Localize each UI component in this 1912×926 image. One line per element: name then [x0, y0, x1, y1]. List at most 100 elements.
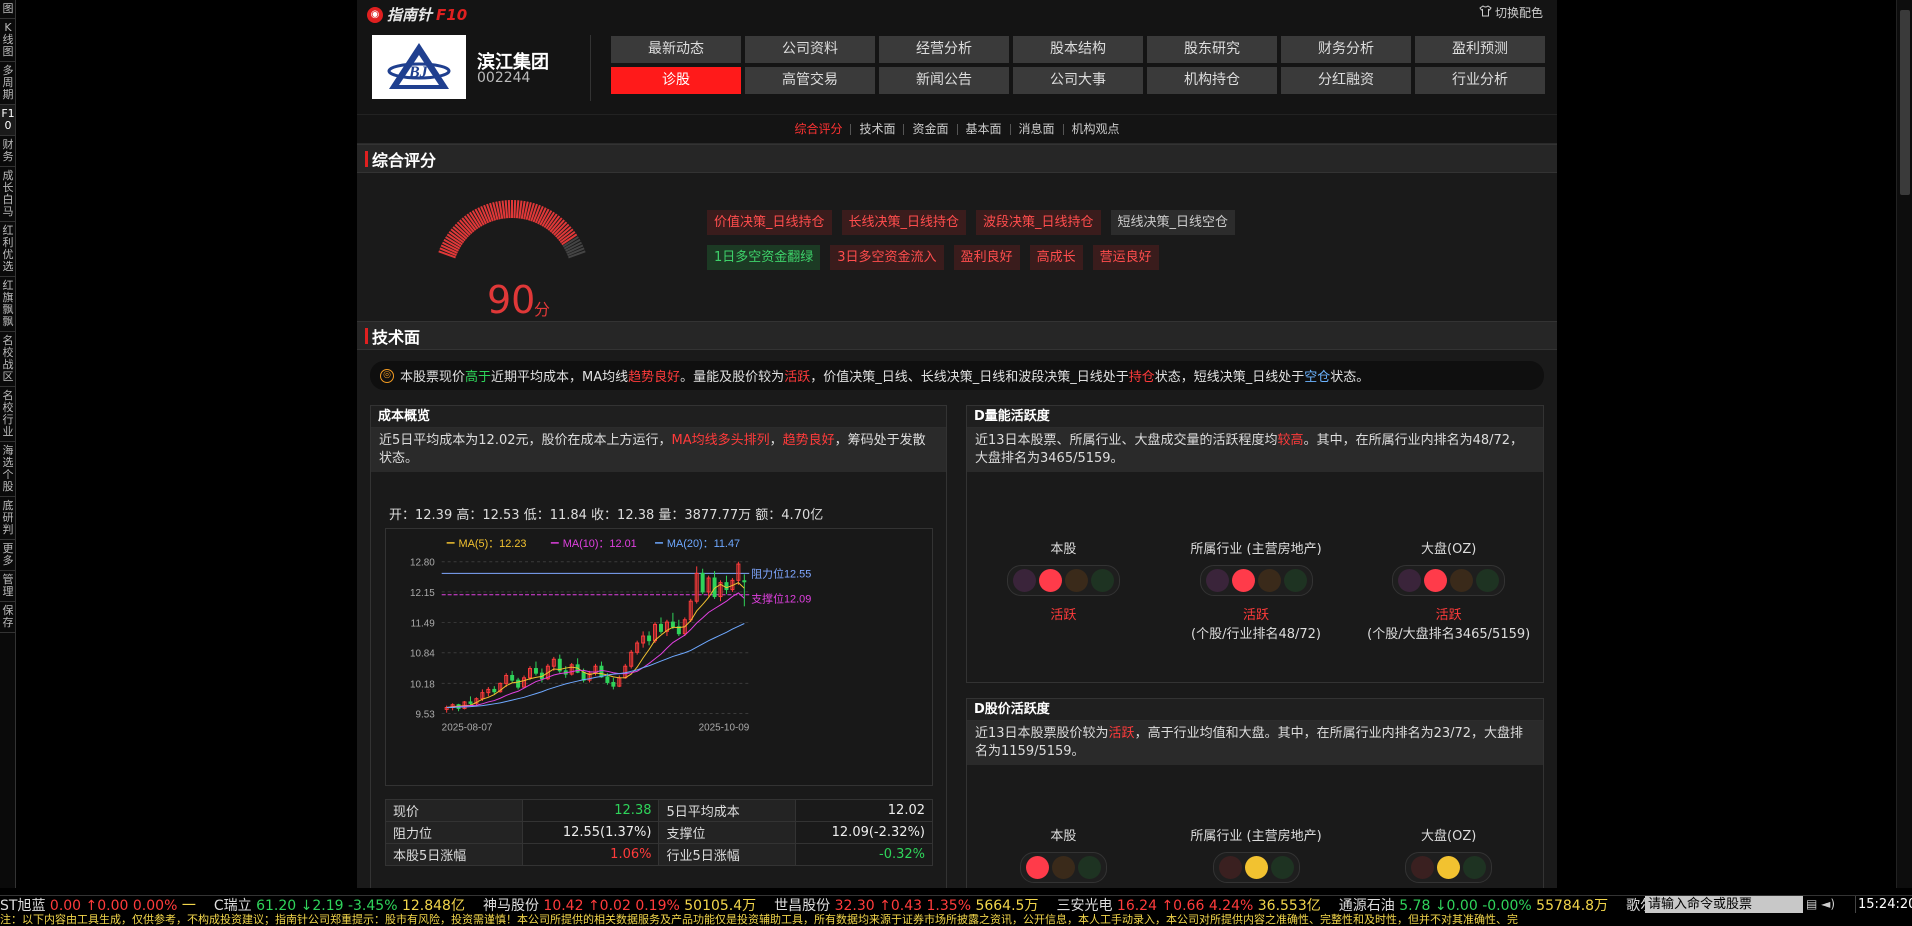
subnav-link[interactable]: 技术面: [851, 123, 905, 135]
brand-logo: ◉ 指南针 F10: [367, 4, 467, 25]
left-nav-item[interactable]: 图: [0, 0, 15, 19]
activity-column: 本股 活跃: [967, 538, 1160, 642]
y-tick-label: 10.18: [410, 679, 435, 690]
price-activity-desc: 近13日本股票股价较为活跃，高于行业均值和大盘。其中，在所属行业内排名为23/7…: [967, 721, 1543, 765]
speaker-icon[interactable]: ◄): [1821, 897, 1835, 911]
signal-tag[interactable]: 盈利良好: [953, 245, 1020, 270]
ticker-chg: ↑0.43: [879, 897, 923, 914]
ticker-item[interactable]: 三安光电 16.24 ↑0.66 4.24% 36.553亿: [1056, 896, 1320, 914]
summary-highlight: 持仓: [1128, 370, 1155, 385]
command-input[interactable]: 请输入命令或股票: [1645, 896, 1803, 913]
left-nav-item[interactable]: F10: [0, 105, 15, 136]
f10-tab[interactable]: 分红融资: [1281, 67, 1411, 94]
left-nav-item[interactable]: 多周期: [0, 62, 15, 105]
left-nav-item[interactable]: 名校行业: [0, 387, 15, 442]
ticker-item[interactable]: C瑞立 61.20 ↓2.19 -3.45% 12.848亿: [214, 896, 465, 914]
gauge-tick: [507, 200, 511, 219]
overall-score-title: 综合评分: [372, 150, 437, 170]
header-divider: [590, 35, 591, 101]
signal-tag[interactable]: 长线决策_日线持仓: [841, 210, 967, 235]
candle-body: [516, 679, 521, 688]
f10-tab[interactable]: 经营分析: [879, 36, 1009, 63]
vertical-scrollbar[interactable]: [1896, 0, 1912, 888]
signal-tag[interactable]: 波段决策_日线持仓: [976, 210, 1101, 235]
technical-area: ◎ 本股票现价高于近期平均成本，MA均线趋势良好。量能及股价较为活跃，价值决策_…: [357, 350, 1557, 888]
ticker-item[interactable]: 世昌股份 32.30 ↑0.43 1.35% 5664.5万: [774, 896, 1038, 914]
signal-tags: 价值决策_日线持仓 长线决策_日线持仓 波段决策_日线持仓 短线决策_日线空仓 1日多…: [707, 210, 1267, 280]
f10-tab[interactable]: 新闻公告: [879, 67, 1009, 94]
keyboard-icon[interactable]: ▤: [1806, 897, 1817, 911]
candlestick-chart[interactable]: MA(5)：12.23 MA(10)：12.01 MA(20)：11.47 12.80…: [385, 528, 933, 786]
brand-f10: F10: [436, 5, 468, 24]
f10-tab[interactable]: 最新动态: [611, 36, 741, 63]
left-nav-item[interactable]: 海选个股: [0, 442, 15, 497]
left-nav-item[interactable]: 保存: [0, 602, 15, 633]
summary-highlight: 活跃: [784, 370, 811, 385]
ticker-name: 世昌股份: [774, 897, 831, 914]
f10-tab[interactable]: 盈利预测: [1415, 36, 1545, 63]
overall-score-header: 综合评分: [357, 144, 1557, 173]
subnav-link[interactable]: 消息面: [1011, 123, 1064, 135]
ticker-item[interactable]: ST旭蓝 0.00 ↑0.00 0.00% 一: [0, 896, 196, 914]
left-nav-item[interactable]: K线图: [0, 19, 15, 62]
theme-switch-button[interactable]: 切换配色: [1479, 4, 1543, 21]
ticker-amt: 50105.4万: [684, 897, 757, 914]
f10-tab[interactable]: 财务分析: [1281, 36, 1411, 63]
traffic-light-dot: [1270, 856, 1294, 879]
scrollbar-thumb[interactable]: [1900, 10, 1910, 195]
cost-table-row: 阻力位 12.55(1.37%) 支撑位 12.09(-2.32%): [385, 821, 933, 844]
f10-tab[interactable]: 行业分析: [1415, 67, 1545, 94]
signal-tag[interactable]: 短线决策_日线空仓: [1110, 210, 1236, 235]
subnav-link[interactable]: 综合评分: [786, 123, 852, 135]
f10-tab[interactable]: 股本结构: [1013, 36, 1143, 63]
signal-tag[interactable]: 高成长: [1029, 245, 1083, 270]
subnav-link[interactable]: 基本面: [958, 123, 1011, 135]
stock-ticker[interactable]: ST旭蓝 0.00 ↑0.00 0.00% 一 C瑞立 61.20 ↓2.19 …: [0, 895, 1912, 913]
traffic-light-dot: [1244, 856, 1268, 879]
y-tick-label: 9.53: [415, 710, 435, 721]
candle-body: [468, 701, 473, 704]
left-nav-item[interactable]: 红旗飘飘: [0, 277, 15, 332]
cost-table-row: 本股5日涨幅 1.06% 行业5日涨幅 -0.32%: [385, 843, 933, 866]
desc-part: ，: [769, 433, 783, 448]
price-activity-title: D股价活跃度: [967, 699, 1543, 721]
signal-tag[interactable]: 3日多空资金流入: [830, 245, 944, 270]
left-nav-item[interactable]: 财务: [0, 136, 15, 167]
f10-tab[interactable]: 股东研究: [1147, 36, 1277, 63]
price-lights-row: 本股 所属行业 (主营房地产) 大盘(OZ): [967, 825, 1545, 883]
left-nav-item[interactable]: 管理: [0, 571, 15, 602]
support-label: 支撑位12.09: [751, 592, 811, 606]
signal-tag[interactable]: 1日多空资金翻绿: [707, 245, 821, 270]
left-nav-item[interactable]: 更多: [0, 540, 15, 571]
activity-rank: (个股/行业排名48/72): [1191, 627, 1321, 642]
signal-tag[interactable]: 营运良好: [1092, 245, 1159, 270]
overall-score-area: 90 分 价值决策_日线持仓 长线决策_日线持仓 波段决策_日线持仓 短线决策_日线空…: [357, 173, 1557, 322]
f10-header: ◉ 指南针 F10 切换配色 BJ 滨江集团 002244 最新动态 公司资料 经营…: [357, 0, 1557, 115]
signal-tag[interactable]: 价值决策_日线持仓: [707, 210, 832, 235]
left-nav-item[interactable]: 底研判: [0, 497, 15, 540]
ticker-item[interactable]: 神马股份 10.42 ↑0.02 0.19% 50105.4万: [483, 896, 757, 914]
section-accent-bar: [365, 150, 368, 167]
ticker-item[interactable]: 通源石油 5.78 ↓0.00 -0.00% 55784.8万: [1339, 896, 1608, 914]
subnav-link[interactable]: 机构观点: [1064, 123, 1128, 135]
traffic-light-dot: [1411, 856, 1435, 879]
ticker-pct: 4.24%: [1208, 897, 1254, 914]
stock-code: 002244: [477, 70, 531, 86]
x-tick-label: 2025-10-09: [699, 722, 750, 733]
candle-body: [581, 671, 586, 681]
f10-tab[interactable]: 机构持仓: [1147, 67, 1277, 94]
traffic-light-dot: [1231, 569, 1255, 592]
f10-tab[interactable]: 诊股: [611, 67, 741, 94]
left-nav-item[interactable]: 名校战区: [0, 332, 15, 387]
cost-label: 行业5日涨幅: [658, 843, 797, 866]
left-nav-item[interactable]: 红利优选: [0, 222, 15, 277]
left-nav-item[interactable]: 成长白马: [0, 167, 15, 222]
f10-tab[interactable]: 高管交易: [745, 67, 875, 94]
f10-tab[interactable]: 公司资料: [745, 36, 875, 63]
ticker-amt: 12.848亿: [401, 897, 465, 914]
ticker-chg: ↓2.19: [300, 897, 344, 914]
f10-tab[interactable]: 公司大事: [1013, 67, 1143, 94]
subnav-link[interactable]: 资金面: [904, 123, 958, 135]
traffic-light-dot: [1283, 569, 1307, 592]
desc-highlight: 趋势良好: [782, 433, 835, 448]
